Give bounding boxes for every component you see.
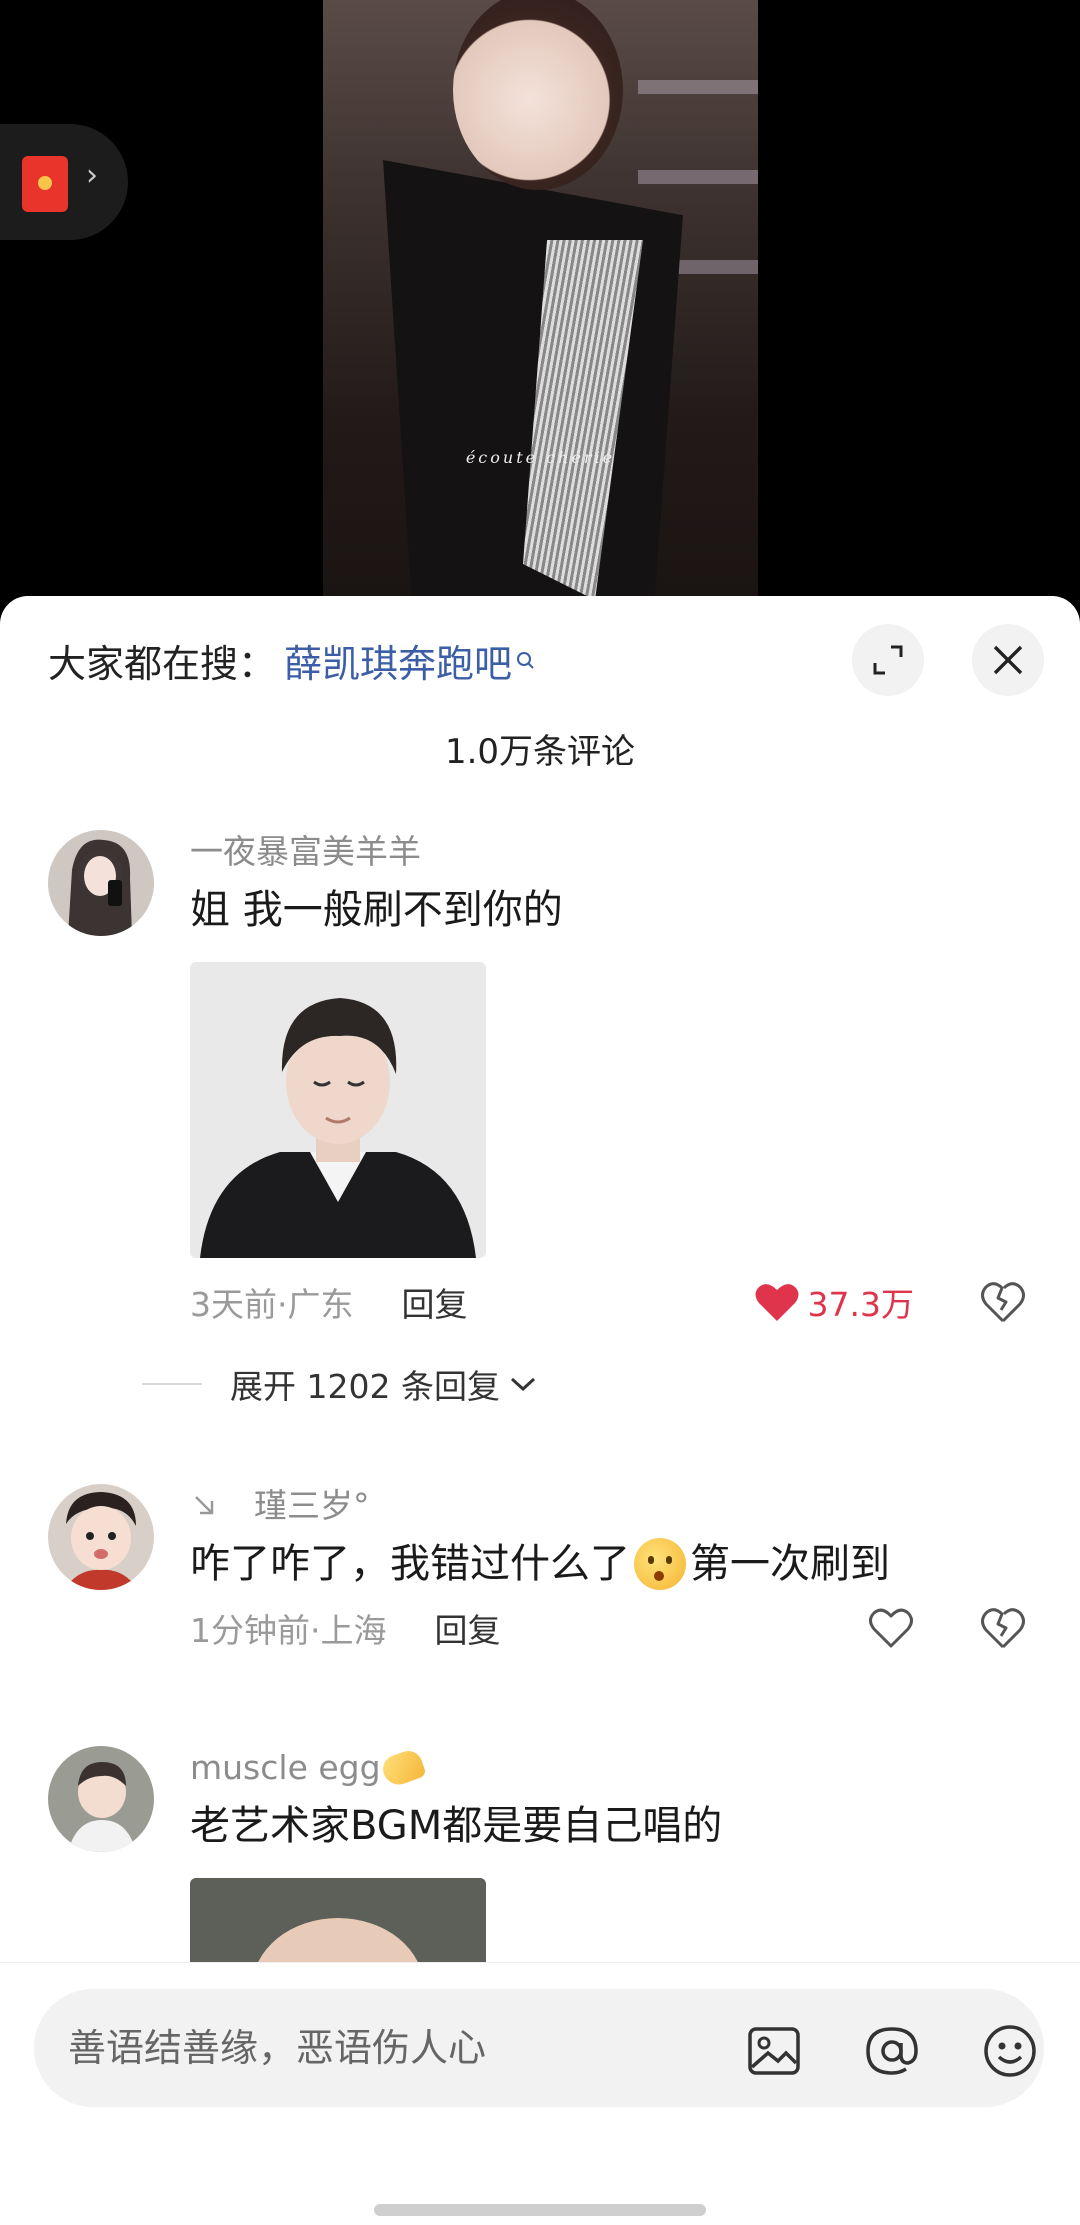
- reply-arrow-icon: [195, 1496, 214, 1515]
- chevron-right-icon: ›: [86, 158, 98, 193]
- comment-username-row: 瑾三岁°: [190, 1484, 1032, 1528]
- comment-text: 姐 我一般刷不到你的: [190, 887, 563, 933]
- background-stripe: [638, 80, 758, 94]
- like-button[interactable]: [868, 1598, 914, 1658]
- heart-filled-icon: [755, 1284, 799, 1321]
- close-button[interactable]: [972, 624, 1044, 696]
- comment-username[interactable]: 瑾三岁°: [254, 1484, 370, 1528]
- comment-body: 一夜暴富美羊羊 姐 我一般刷不到你的 3天前·广东 回复 37.3万: [190, 830, 1032, 1332]
- comment-text-part: 咋了咋了，我错过什么了: [190, 1541, 630, 1587]
- image-picker-button[interactable]: [746, 2023, 802, 2079]
- smiley-icon: [984, 2025, 1036, 2077]
- flexed-biceps-emoji-icon: [378, 1747, 427, 1789]
- expand-sheet-button[interactable]: [852, 624, 924, 696]
- like-count: 37.3万: [807, 1285, 914, 1324]
- comment-item: muscle egg 老艺术家BGM都是要自己唱的: [48, 1746, 1032, 1986]
- trending-search: 大家都在搜： 薛凯琪奔跑吧: [48, 632, 536, 688]
- home-indicator[interactable]: [374, 2204, 706, 2216]
- red-packet-icon: [22, 156, 68, 212]
- at-sign-icon: [866, 2027, 918, 2075]
- image-icon: [748, 2027, 800, 2075]
- broken-heart-icon: [981, 1608, 1025, 1649]
- like-button[interactable]: 37.3万: [754, 1272, 914, 1332]
- trending-search-label: 大家都在搜：: [48, 641, 277, 686]
- expand-replies-label: 展开 1202 条回复: [230, 1367, 500, 1406]
- comment-count: 1.0万条评论: [444, 732, 636, 772]
- comment-time: 3天前·广东: [190, 1285, 354, 1324]
- dislike-button[interactable]: [980, 1280, 1026, 1332]
- chevron-down-icon: [510, 1377, 535, 1392]
- comment-text: 咋了咋了，我错过什么了 第一次刷到: [190, 1536, 1032, 1592]
- comment-body: 瑾三岁° 咋了咋了，我错过什么了 第一次刷到 1分钟前·上海 回复: [190, 1484, 1032, 1658]
- expand-replies-button[interactable]: 展开 1202 条回复: [142, 1360, 538, 1408]
- comment-image[interactable]: [190, 962, 486, 1258]
- trending-search-link[interactable]: 薛凯琪奔跑吧: [284, 633, 512, 688]
- emoji-button[interactable]: [982, 2023, 1038, 2079]
- avatar[interactable]: [48, 830, 154, 936]
- comment-body: muscle egg 老艺术家BGM都是要自己唱的: [190, 1746, 1032, 1968]
- thinking-face-emoji-icon: [634, 1538, 686, 1590]
- comment-image[interactable]: [190, 1878, 486, 1968]
- expand-icon: [873, 645, 903, 675]
- close-icon: [993, 645, 1023, 675]
- comment-input[interactable]: 善语结善缘，恶语伤人心: [34, 1989, 1044, 2107]
- comment-username[interactable]: muscle egg: [190, 1746, 381, 1790]
- avatar[interactable]: [48, 1484, 154, 1590]
- video-player[interactable]: écoute chérie ›: [0, 0, 1080, 600]
- comment-meta: 3天前·广东 回复 37.3万: [190, 1272, 1032, 1332]
- heart-outline-icon: [869, 1608, 913, 1648]
- comment-input-placeholder: 善语结善缘，恶语伤人心: [68, 2026, 487, 2070]
- comment-meta: 1分钟前·上海 回复: [190, 1598, 1032, 1658]
- search-icon: [516, 638, 536, 682]
- reply-button[interactable]: 回复: [402, 1278, 468, 1326]
- comment-input-bar: 善语结善缘，恶语伤人心: [0, 1962, 1080, 2225]
- comment-time: 1分钟前·上海: [190, 1611, 387, 1650]
- red-packet-entry[interactable]: ›: [0, 124, 128, 240]
- comment-text: 老艺术家BGM都是要自己唱的: [190, 1803, 723, 1849]
- mention-button[interactable]: [864, 2023, 920, 2079]
- reply-button[interactable]: 回复: [435, 1604, 501, 1652]
- video-frame[interactable]: écoute chérie: [323, 0, 758, 600]
- comment-text-part: 第一次刷到: [690, 1541, 890, 1587]
- dislike-button[interactable]: [980, 1606, 1026, 1658]
- comment-item: 一夜暴富美羊羊 姐 我一般刷不到你的 3天前·广东 回复 37.3万: [48, 830, 1032, 1324]
- comment-username[interactable]: 一夜暴富美羊羊: [190, 830, 1032, 874]
- broken-heart-icon: [981, 1282, 1025, 1323]
- comment-username-row: muscle egg: [190, 1746, 1032, 1790]
- avatar[interactable]: [48, 1746, 154, 1852]
- comment-item: 瑾三岁° 咋了咋了，我错过什么了 第一次刷到 1分钟前·上海 回复: [48, 1484, 1032, 1684]
- video-caption: écoute chérie: [465, 448, 616, 467]
- background-stripe: [638, 170, 758, 184]
- divider: [142, 1383, 202, 1385]
- video-figure-head: [453, 0, 623, 190]
